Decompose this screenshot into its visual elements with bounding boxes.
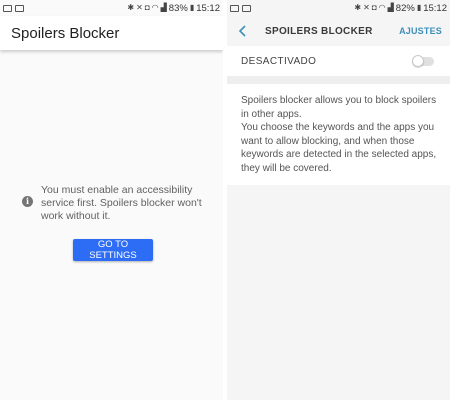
status-bar: ✱ ✕ ◘ ◠ ▟ 83% ▮ 15:12 [0,0,223,16]
gallery-icon [3,4,12,12]
status-bar: ✱ ✕ ◘ ◠ ▟ 82% ▮ 15:12 [227,0,450,16]
switch-thumb [412,55,424,67]
ajustes-button[interactable]: AJUSTES [399,26,442,36]
toggle-label: DESACTIVADO [241,55,317,67]
signal-icon: ▟ [160,3,167,12]
section-separator [227,76,450,84]
nfc-icon: ◘ [371,3,377,12]
battery-icon: ▮ [189,3,195,12]
nfc-icon: ◘ [144,3,150,12]
bluetooth-icon: ✱ [127,3,135,12]
info-icon: i [22,196,33,207]
main-content: i You must enable an accessibility servi… [0,50,223,400]
battery-icon: ▮ [416,3,422,12]
app-bar: Spoilers Blocker [0,16,223,50]
screen-icon [242,4,251,12]
accessibility-message: i You must enable an accessibility servi… [22,184,212,223]
enable-switch[interactable] [412,55,434,67]
back-arrow-icon[interactable] [235,23,251,39]
battery-percent: 82% [395,2,415,14]
right-screen: ✱ ✕ ◘ ◠ ▟ 82% ▮ 15:12 SPOILERS BLOCKER A… [227,0,450,400]
enable-toggle-row[interactable]: DESACTIVADO [227,46,450,76]
signal-icon: ▟ [387,3,394,12]
mute-icon: ✕ [363,3,370,12]
description-block: Spoilers blocker allows you to block spo… [227,84,450,185]
page-title: SPOILERS BLOCKER [265,25,373,37]
app-title: Spoilers Blocker [11,24,120,42]
screen-icon [15,4,24,12]
bluetooth-icon: ✱ [354,3,362,12]
wifi-icon: ◠ [378,3,386,12]
gallery-icon [230,4,239,12]
description-paragraph: You choose the keywords and the apps you… [241,122,437,174]
wifi-icon: ◠ [151,3,159,12]
description-paragraph: Spoilers blocker allows you to block spo… [241,95,437,120]
message-text: You must enable an accessibility service… [41,184,202,222]
mute-icon: ✕ [136,3,143,12]
battery-percent: 83% [168,2,188,14]
left-screen: ✱ ✕ ◘ ◠ ▟ 83% ▮ 15:12 Spoilers Blocker i… [0,0,223,400]
clock: 15:12 [423,2,447,14]
go-to-settings-button[interactable]: GO TO SETTINGS [73,239,153,261]
settings-header: SPOILERS BLOCKER AJUSTES [227,16,450,46]
clock: 15:12 [196,2,220,14]
